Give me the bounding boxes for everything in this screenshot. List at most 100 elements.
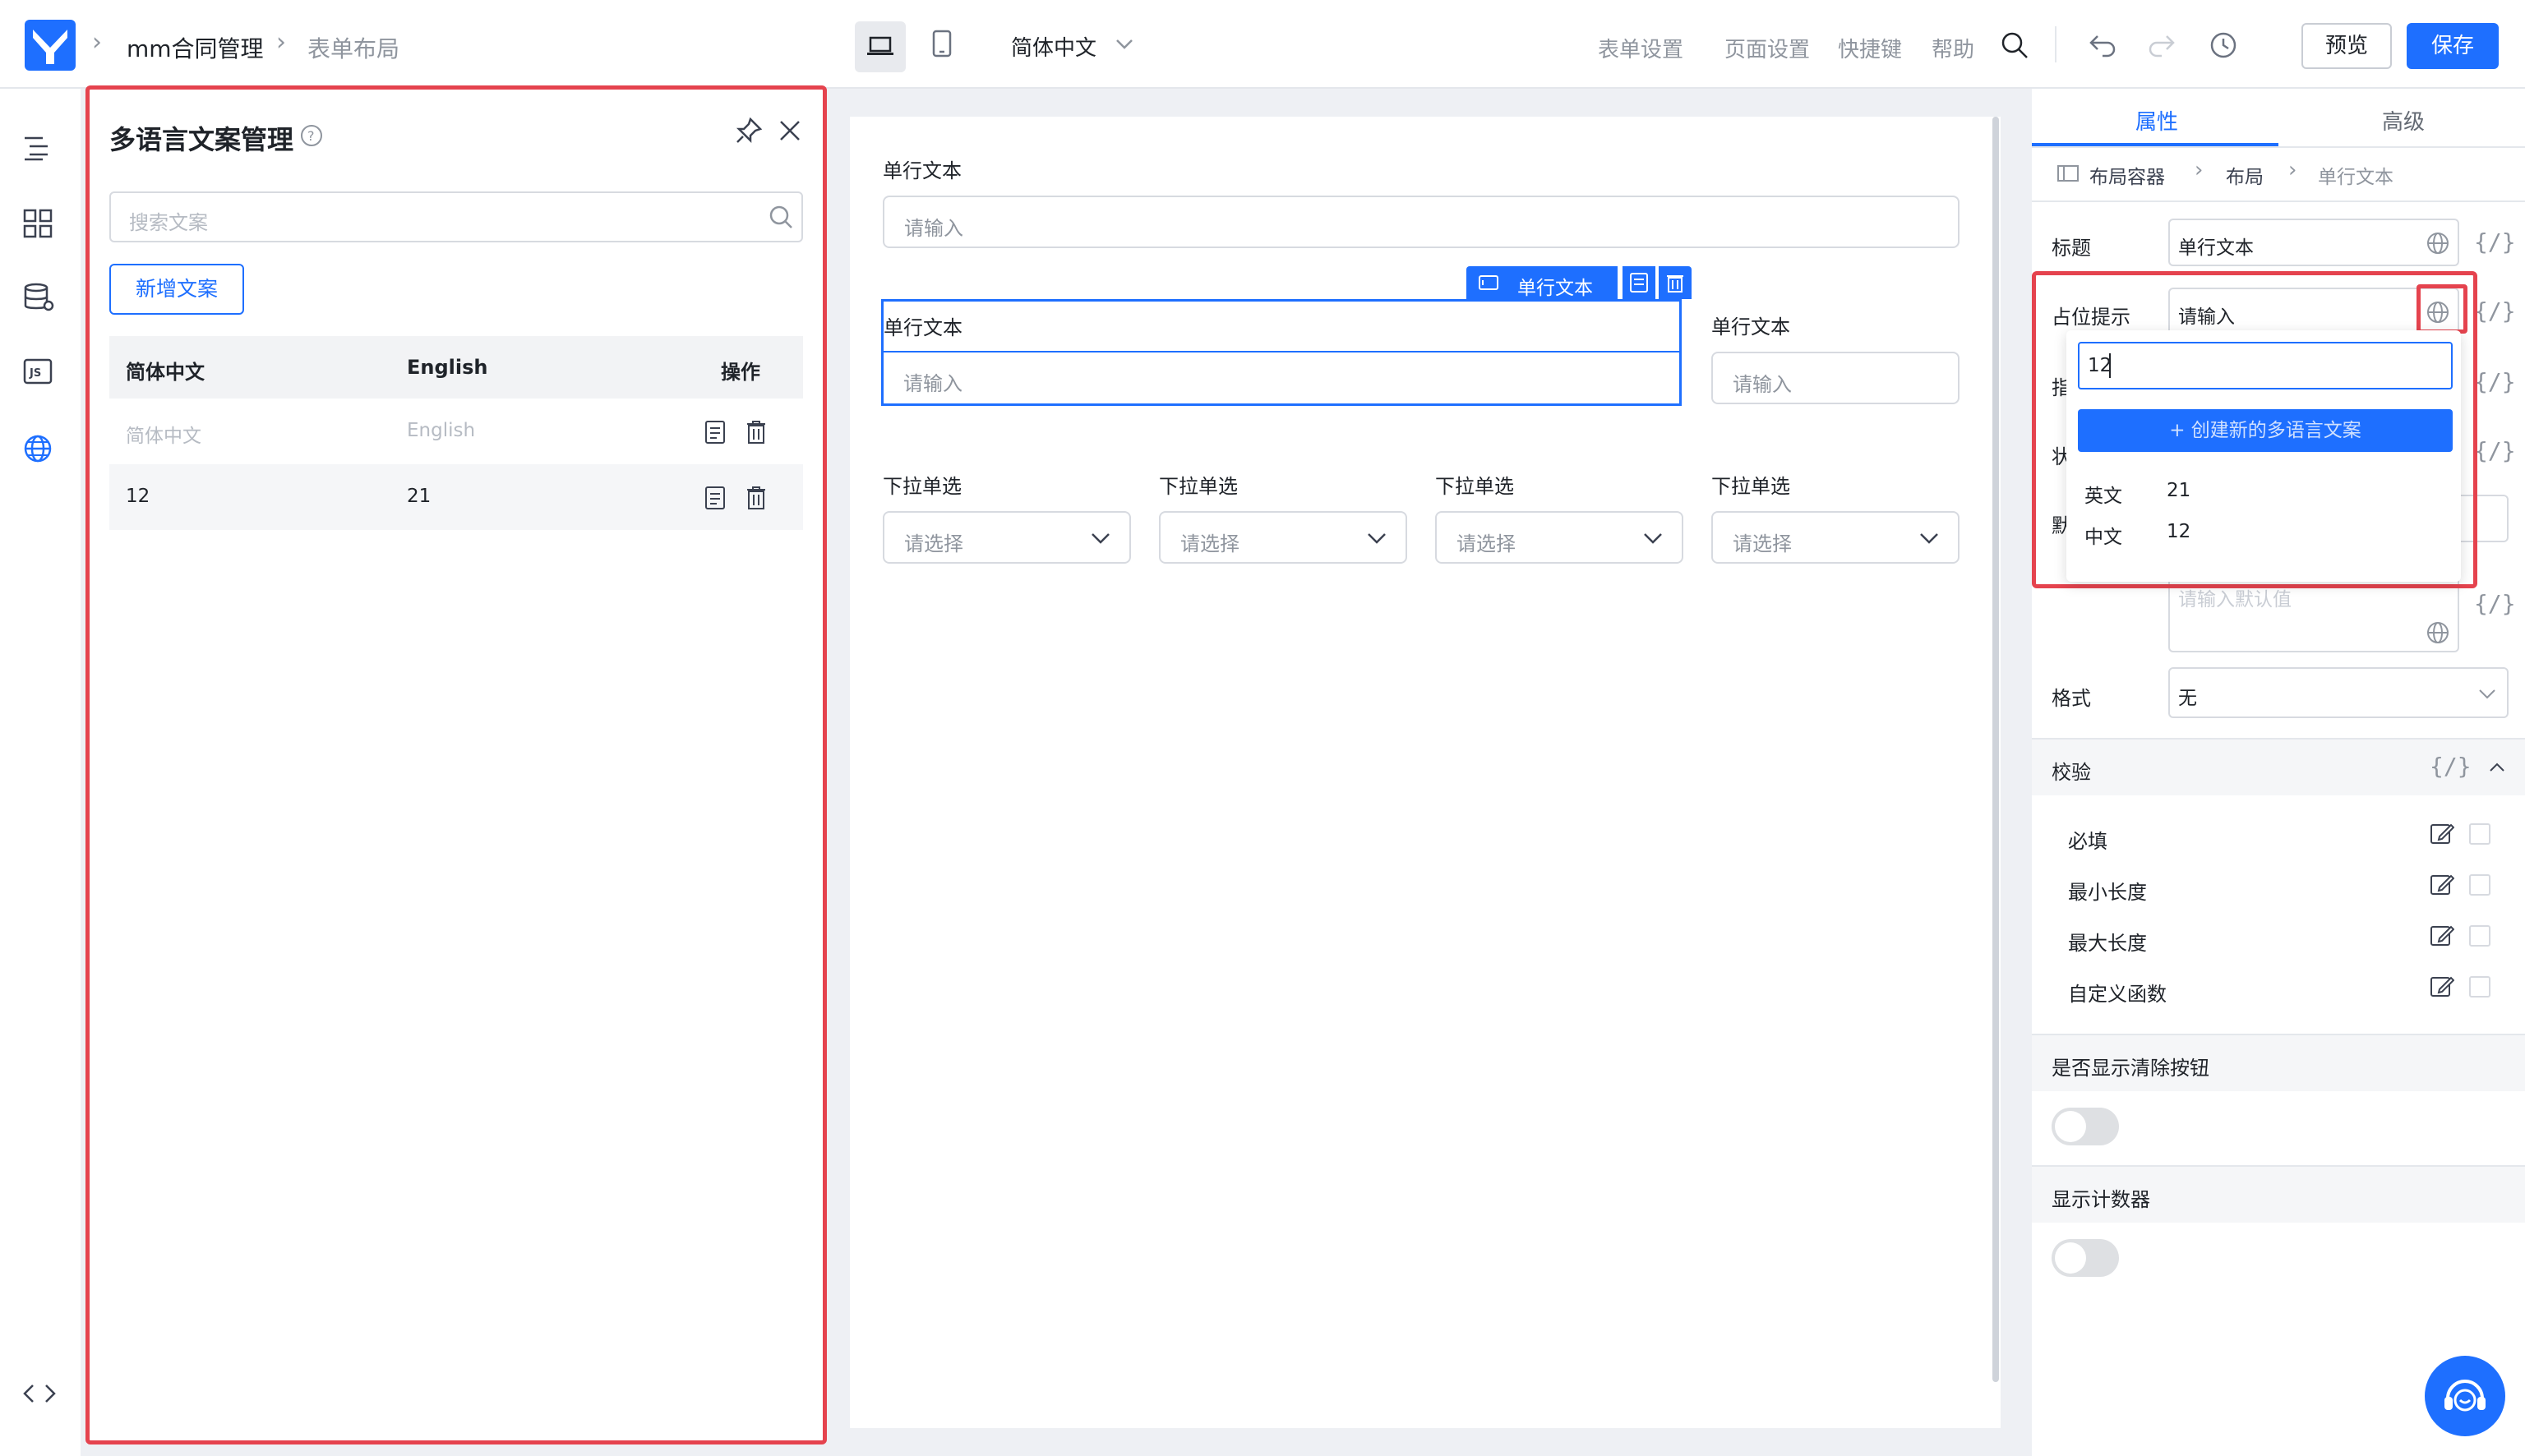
components-grid-icon[interactable] — [23, 209, 53, 238]
clear-button-title: 是否显示清除按钮 — [2052, 1057, 2209, 1080]
globe-icon[interactable] — [2426, 232, 2449, 255]
menu-form-settings[interactable]: 表单设置 — [1598, 33, 1683, 63]
delete-component-button[interactable] — [1659, 266, 1692, 299]
language-select[interactable]: 简体中文 — [1011, 31, 1133, 62]
rule-checkbox[interactable] — [2469, 976, 2490, 998]
edit-doc-icon[interactable] — [704, 420, 727, 445]
breadcrumb-chevron-icon: › — [2288, 158, 2297, 182]
breadcrumb-item[interactable]: 布局 — [2226, 161, 2264, 189]
app-logo[interactable] — [25, 20, 76, 71]
format-select[interactable]: 无 — [2168, 667, 2509, 718]
phone-icon — [932, 30, 952, 58]
clear-button-toggle[interactable] — [2052, 1108, 2119, 1145]
i18n-option[interactable]: 中文 12 — [2066, 511, 2461, 552]
rule-max-length: 最大长度 — [2068, 932, 2147, 955]
globe-icon[interactable] — [2426, 621, 2449, 644]
component-type-tag[interactable]: 单行文本 — [1466, 266, 1618, 299]
menu-page-settings[interactable]: 页面设置 — [1724, 33, 1810, 63]
canvas-scrollbar[interactable] — [1992, 117, 1999, 1382]
counter-section: 显示计数器 — [2032, 1165, 2525, 1223]
title-input[interactable]: 单行文本 — [2168, 219, 2459, 266]
code-view-icon[interactable] — [23, 1384, 56, 1403]
help-icon[interactable]: ? — [300, 124, 323, 147]
select-label: 下拉单选 — [1435, 475, 1514, 498]
tab-properties[interactable]: 属性 — [2135, 105, 2178, 136]
expression-binding-icon[interactable]: {/} — [2474, 368, 2516, 395]
edit-icon[interactable] — [2430, 822, 2454, 846]
js-code-icon[interactable]: JS — [23, 358, 53, 385]
counter-toggle[interactable] — [2052, 1239, 2119, 1277]
undo-icon[interactable] — [2088, 33, 2117, 58]
copy-component-button[interactable] — [1623, 266, 1655, 299]
close-icon[interactable] — [778, 119, 801, 142]
chevron-down-icon — [2479, 689, 2495, 699]
validation-title: 校验 — [2052, 761, 2091, 784]
clear-button-section: 是否显示清除按钮 — [2032, 1034, 2525, 1091]
desktop-view-button[interactable] — [855, 21, 906, 72]
search-input[interactable]: 搜索文案 — [109, 191, 803, 242]
field-label: 单行文本 — [883, 159, 962, 182]
option-value: 12 — [2167, 521, 2191, 542]
tab-advanced[interactable]: 高级 — [2382, 105, 2425, 136]
save-button[interactable]: 保存 — [2407, 23, 2499, 69]
cell-zh: 简体中文 — [126, 426, 201, 447]
option-lang: 中文 — [2084, 527, 2122, 548]
pin-icon[interactable] — [736, 117, 762, 144]
rule-checkbox[interactable] — [2469, 823, 2490, 845]
column-header-actions: 操作 — [721, 361, 760, 384]
mobile-view-button[interactable] — [932, 30, 952, 58]
title-value: 单行文本 — [2178, 237, 2254, 259]
search-icon[interactable] — [2001, 31, 2029, 59]
text-input[interactable]: 请输入 — [884, 351, 1679, 403]
dropdown-select[interactable]: 请选择 — [1159, 511, 1407, 564]
add-text-button[interactable]: 新增文案 — [109, 264, 244, 315]
dropdown-select[interactable]: 请选择 — [883, 511, 1131, 564]
menu-help[interactable]: 帮助 — [1932, 33, 1974, 63]
rule-custom-function: 自定义函数 — [2068, 983, 2167, 1006]
delete-icon[interactable] — [745, 486, 767, 510]
dropdown-select[interactable]: 请选择 — [1711, 511, 1960, 564]
history-icon[interactable] — [2209, 31, 2237, 59]
edit-icon[interactable] — [2430, 924, 2454, 948]
rule-checkbox[interactable] — [2469, 925, 2490, 947]
globe-icon[interactable] — [23, 434, 53, 463]
component-type-label: 单行文本 — [1517, 278, 1593, 299]
headset-icon — [2444, 1380, 2486, 1412]
customer-service-button[interactable] — [2425, 1356, 2505, 1436]
i18n-search-input[interactable]: 12 — [2078, 342, 2453, 389]
breadcrumb-item[interactable]: 布局容器 — [2089, 161, 2165, 189]
expression-binding-icon[interactable]: {/} — [2474, 297, 2516, 325]
expression-binding-icon[interactable]: {/} — [2474, 228, 2516, 256]
text-input[interactable]: 请输入 — [1711, 352, 1960, 404]
active-tab-indicator — [2032, 143, 2278, 146]
delete-icon — [1667, 275, 1683, 293]
validation-section-header[interactable]: 校验 {/} — [2032, 738, 2525, 795]
preview-button[interactable]: 预览 — [2301, 23, 2392, 69]
edit-icon[interactable] — [2430, 975, 2454, 999]
i18n-option[interactable]: 英文 21 — [2066, 470, 2461, 511]
option-lang: 英文 — [2084, 486, 2122, 507]
expression-binding-icon[interactable]: {/} — [2474, 437, 2516, 464]
chevron-down-icon — [1368, 533, 1386, 544]
expression-binding-icon[interactable]: {/} — [2474, 590, 2516, 617]
datasource-icon[interactable] — [23, 283, 54, 312]
panel-title: 多语言文案管理 — [109, 124, 294, 155]
option-value: 21 — [2167, 480, 2191, 501]
edit-icon[interactable] — [2430, 873, 2454, 897]
edit-doc-icon[interactable] — [704, 486, 727, 510]
delete-icon[interactable] — [745, 420, 767, 445]
language-select-value: 简体中文 — [1011, 36, 1097, 61]
rule-checkbox[interactable] — [2469, 874, 2490, 896]
breadcrumb-app[interactable]: mm合同管理 — [127, 31, 264, 64]
text-input[interactable]: 请输入 — [883, 196, 1960, 248]
column-header-en: English — [407, 356, 488, 379]
top-bar: › mm合同管理 › 表单布局 简体中文 表单设置 页面设置 快捷键 帮助 预览… — [0, 0, 2525, 89]
outline-tree-icon[interactable] — [23, 135, 51, 161]
breadcrumb-chevron-icon: › — [2195, 158, 2204, 182]
create-i18n-text-button[interactable]: + 创建新的多语言文案 — [2078, 409, 2453, 452]
selected-field-frame[interactable]: 单行文本 请输入 — [881, 299, 1682, 406]
expression-binding-icon[interactable]: {/} — [2430, 753, 2472, 780]
dropdown-select[interactable]: 请选择 — [1435, 511, 1683, 564]
redo-icon[interactable] — [2147, 33, 2176, 58]
menu-shortcuts[interactable]: 快捷键 — [1838, 33, 1902, 63]
